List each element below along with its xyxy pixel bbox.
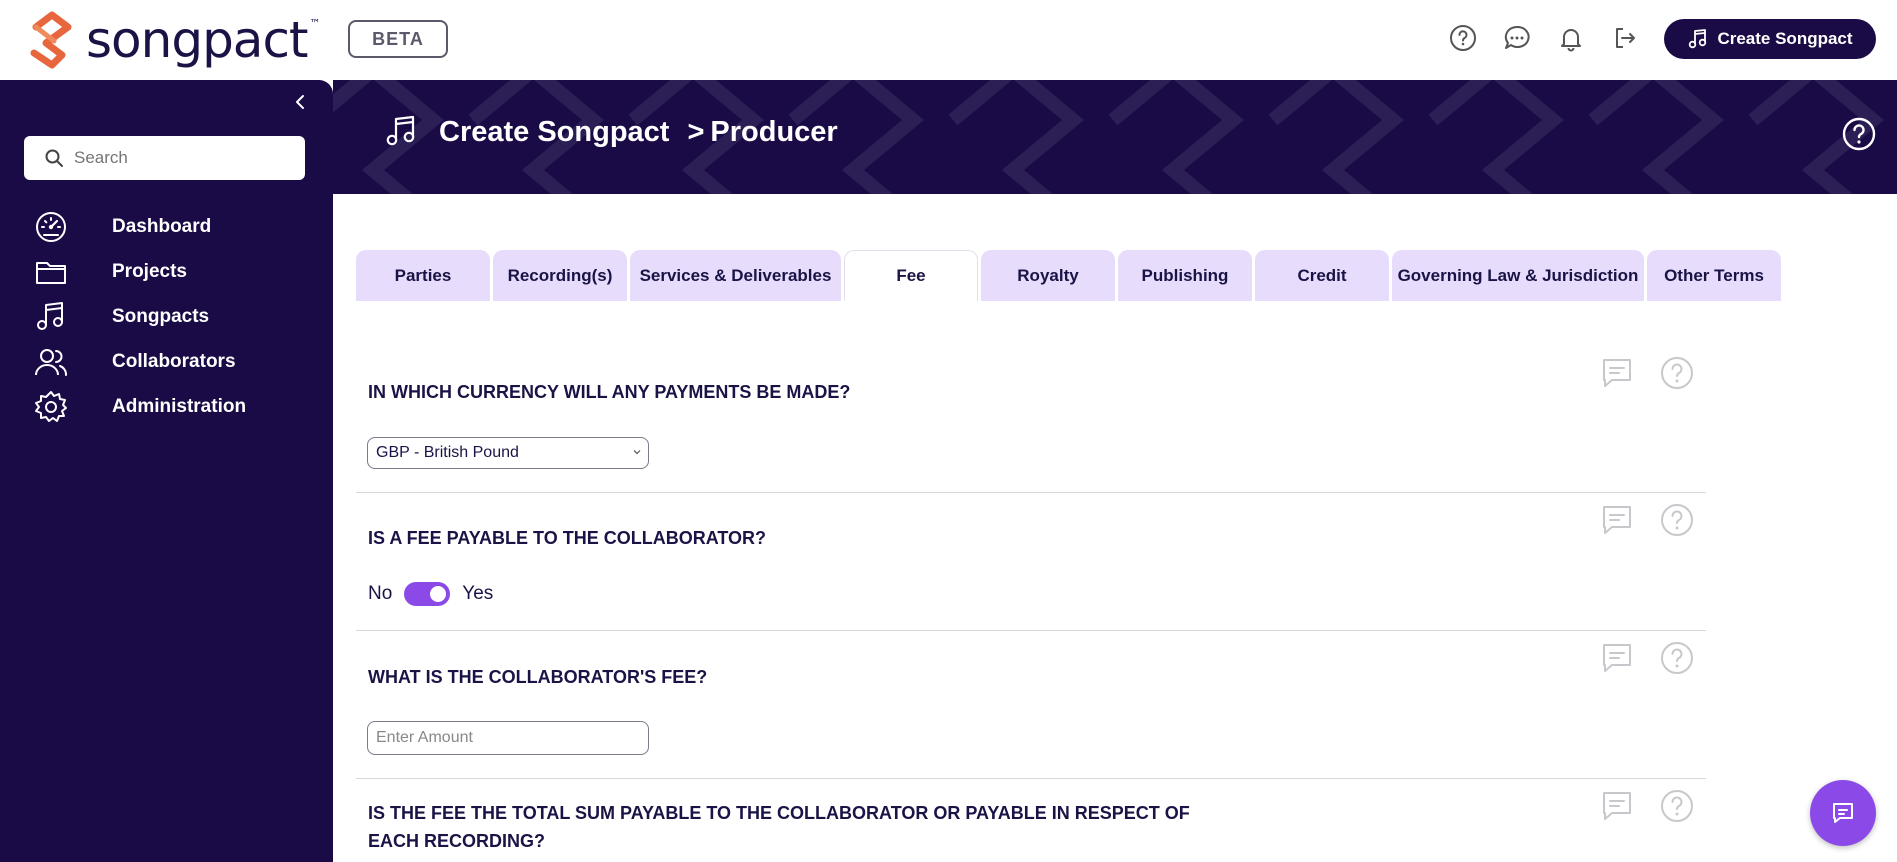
page-header-banner: Create Songpact > Producer (333, 80, 1897, 194)
comment-icon[interactable] (1600, 356, 1634, 390)
page-title: Create Songpact > Producer (383, 114, 838, 150)
comment-icon[interactable] (1600, 503, 1634, 537)
sidebar-item-label: Songpacts (112, 305, 210, 327)
tab-parties[interactable]: Parties (356, 250, 490, 301)
fee-payable-toggle-row: No Yes (368, 582, 493, 606)
music-note-icon (1689, 29, 1707, 49)
sidebar-item-songpacts[interactable]: Songpacts (34, 294, 246, 339)
comment-icon[interactable] (1600, 789, 1634, 823)
users-icon (34, 345, 68, 379)
help-circle-icon[interactable] (1660, 641, 1694, 675)
sidebar-nav: Dashboard Projects Songpacts Collaborato… (34, 204, 246, 429)
create-songpact-label: Create Songpact (1717, 29, 1853, 48)
chat-icon (1833, 803, 1853, 823)
tab-publishing[interactable]: Publishing (1118, 250, 1252, 301)
tab-governing-law[interactable]: Governing Law & Jurisdiction (1392, 250, 1644, 301)
question-label: Is the fee the total sum payable to the … (368, 803, 1190, 851)
tab-fee[interactable]: Fee (844, 250, 978, 301)
music-note-icon (386, 115, 415, 146)
currency-select[interactable]: GBP - British Pound (367, 437, 649, 469)
music-note-icon (34, 300, 68, 334)
brand-name: songpact ™ (86, 11, 321, 69)
tab-recordings[interactable]: Recording(s) (493, 250, 627, 301)
question-fee-basis: Is the fee the total sum payable to the … (356, 779, 1706, 862)
section-tabs: Parties Recording(s) Services & Delivera… (356, 250, 1781, 301)
page-title-main: Create Songpact (439, 115, 670, 148)
tab-royalty[interactable]: Royalty (981, 250, 1115, 301)
question-label: What is the collaborator's fee? (368, 667, 708, 687)
chevron-left-icon[interactable] (290, 92, 310, 112)
songpact-logo[interactable]: songpact ™ (24, 10, 321, 70)
toggle-knob (430, 586, 447, 602)
question-label: In which currency will any payments be m… (368, 382, 851, 402)
question-currency: In which currency will any payments be m… (356, 340, 1706, 493)
sidebar-item-label: Projects (112, 260, 187, 282)
sidebar-item-label: Collaborators (112, 350, 236, 372)
fee-amount-input[interactable]: Enter Amount (367, 721, 649, 755)
search-input[interactable] (74, 148, 294, 168)
question-fee-amount: What is the collaborator's fee? Enter Am… (356, 631, 1706, 779)
tab-credit[interactable]: Credit (1255, 250, 1389, 301)
sidebar: Dashboard Projects Songpacts Collaborato… (0, 80, 333, 862)
help-circle-icon[interactable] (1841, 116, 1877, 152)
toggle-on-label: Yes (462, 583, 494, 604)
fee-payable-toggle[interactable] (404, 582, 451, 606)
currency-select-value: GBP - British Pound (376, 444, 519, 461)
help-circle-icon[interactable] (1660, 503, 1694, 537)
sidebar-item-collaborators[interactable]: Collaborators (34, 339, 246, 384)
dashboard-gauge-icon (34, 210, 68, 244)
logout-icon[interactable] (1608, 21, 1642, 55)
help-circle-icon[interactable] (1660, 356, 1694, 390)
fee-amount-placeholder: Enter Amount (376, 729, 473, 746)
create-songpact-button[interactable]: Create Songpact (1664, 19, 1876, 59)
search-icon (45, 149, 63, 167)
tab-services-deliverables[interactable]: Services & Deliverables (630, 250, 841, 301)
chat-support-button[interactable] (1810, 780, 1876, 846)
gear-icon (34, 390, 68, 424)
chat-dots-icon[interactable] (1500, 21, 1534, 55)
help-circle-icon[interactable] (1446, 21, 1480, 55)
breadcrumb-separator: > (687, 115, 705, 148)
sidebar-item-label: Administration (112, 395, 247, 417)
help-circle-icon[interactable] (1660, 789, 1694, 823)
sidebar-item-label: Dashboard (112, 215, 212, 237)
comment-icon[interactable] (1600, 641, 1634, 675)
question-label: Is a fee payable to the collaborator? (368, 528, 767, 548)
chevron-down-icon (633, 450, 641, 455)
bell-icon[interactable] (1554, 21, 1588, 55)
sidebar-search (24, 136, 305, 180)
toggle-off-label: No (368, 583, 393, 604)
top-bar: songpact ™ BETA Create Songpact (0, 0, 1897, 80)
beta-badge: BETA (348, 20, 448, 58)
sidebar-item-administration[interactable]: Administration (34, 384, 246, 429)
folder-icon (34, 255, 68, 289)
songpact-logo-icon (30, 11, 72, 69)
page-title-sub: Producer (710, 115, 838, 148)
question-fee-payable: Is a fee payable to the collaborator? No… (356, 493, 1706, 631)
tab-other-terms[interactable]: Other Terms (1647, 250, 1781, 301)
sidebar-item-dashboard[interactable]: Dashboard (34, 204, 246, 249)
sidebar-item-projects[interactable]: Projects (34, 249, 246, 294)
